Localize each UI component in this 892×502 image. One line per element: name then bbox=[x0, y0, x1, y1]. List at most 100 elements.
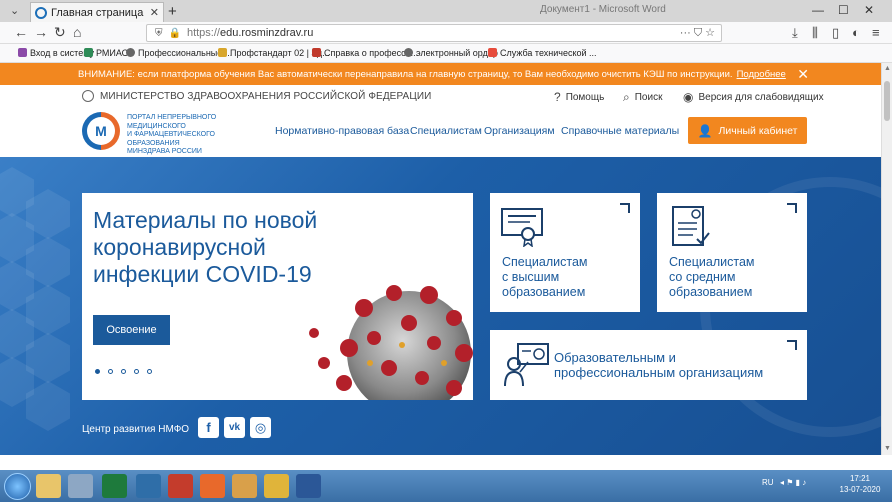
url-bar[interactable]: ⛨ 🔒 https://edu.rosminzdrav.ru ··· ⛉ ☆ bbox=[146, 24, 722, 42]
slider-dots bbox=[95, 369, 160, 374]
slider-dot[interactable] bbox=[108, 369, 113, 374]
url-domain: edu.rosminzdrav.ru bbox=[219, 27, 314, 39]
logo-letter-icon: М bbox=[87, 117, 115, 145]
tab-close-icon[interactable]: ✕ bbox=[150, 6, 159, 19]
search-link[interactable]: ⌕ Поиск bbox=[623, 90, 662, 105]
card-corner-icon bbox=[787, 340, 797, 350]
notice-more-link[interactable]: Подробнее bbox=[737, 69, 786, 80]
background-window-title: Документ1 - Microsoft Word bbox=[540, 4, 666, 15]
page-scrollbar[interactable]: ▲ ▼ bbox=[881, 63, 892, 455]
card-secondary-text: Специалистам со средним образованием bbox=[669, 255, 755, 299]
bookmark-icon bbox=[218, 48, 227, 57]
nav-specialists[interactable]: Специалистам bbox=[410, 125, 482, 137]
word-icon[interactable] bbox=[296, 474, 321, 498]
windows-taskbar: RU ◂ ⚑ ▮ ♪ 17:21 13-07-2020 bbox=[0, 470, 892, 502]
card-higher-text: Специалистам с высшим образованием bbox=[502, 255, 588, 299]
eye-icon: ◉ bbox=[683, 90, 694, 104]
app-icon[interactable] bbox=[232, 474, 257, 498]
library-icon[interactable]: ⫼ bbox=[812, 25, 818, 41]
browser-tab-strip: ⌄ Главная страница - Портал н ✕ + Докуме… bbox=[0, 0, 892, 22]
covid-slide-card[interactable]: Материалы по новой коронавирусной инфекц… bbox=[82, 193, 473, 400]
excel-icon[interactable] bbox=[102, 474, 127, 498]
tab-list-icon[interactable]: ⌄ bbox=[10, 4, 19, 17]
slider-dot[interactable] bbox=[134, 369, 139, 374]
back-icon[interactable]: ← bbox=[14, 24, 28, 40]
diploma-icon bbox=[501, 208, 543, 247]
ministry-emblem-icon bbox=[82, 90, 94, 102]
screen: ⌄ Главная страница - Портал н ✕ + Докуме… bbox=[0, 0, 892, 502]
lock-icon[interactable]: 🔒 bbox=[169, 28, 181, 39]
start-button-icon[interactable] bbox=[4, 473, 31, 500]
card-higher-education[interactable]: Специалистам с высшим образованием bbox=[490, 193, 640, 312]
nav-organizations[interactable]: Организациям bbox=[484, 125, 555, 137]
low-vision-link[interactable]: ◉ Версия для слабовидящих bbox=[683, 90, 824, 104]
forward-icon[interactable]: → bbox=[34, 24, 48, 40]
personal-cabinet-button[interactable]: 👤 Личный кабинет bbox=[688, 117, 807, 144]
app-icon[interactable] bbox=[168, 474, 193, 498]
bookmark-support[interactable]: Служба технической ... bbox=[488, 48, 597, 58]
explorer-icon[interactable] bbox=[36, 474, 61, 498]
tab-title: Главная страница - Портал н bbox=[51, 6, 146, 19]
card-organizations[interactable]: Образовательным и профессиональным орган… bbox=[490, 330, 807, 400]
checklist-icon bbox=[672, 206, 710, 246]
browser-navbar: ← → ↻ ⌂ ⛨ 🔒 https://edu.rosminzdrav.ru ·… bbox=[0, 22, 892, 44]
search-icon: ⌕ bbox=[623, 90, 630, 104]
maximize-icon[interactable]: ☐ bbox=[838, 3, 849, 17]
card-organizations-text: Образовательным и профессиональным орган… bbox=[554, 350, 764, 380]
bookmark-icon bbox=[18, 48, 27, 57]
app-icon[interactable] bbox=[264, 474, 289, 498]
scroll-up-icon[interactable]: ▲ bbox=[884, 65, 891, 72]
mail-icon bbox=[488, 48, 497, 57]
download-icon[interactable]: ⤓ bbox=[792, 25, 798, 41]
menu-icon[interactable]: ≡ bbox=[872, 25, 880, 40]
tray-icons[interactable]: ◂ ⚑ ▮ ♪ bbox=[780, 478, 806, 487]
card-corner-icon bbox=[787, 203, 797, 213]
bookmark-login[interactable]: Вход в систему bbox=[18, 48, 94, 58]
new-tab-icon[interactable]: + bbox=[168, 3, 177, 20]
extension-icon[interactable]: ◐ bbox=[852, 25, 860, 40]
portal-logo[interactable]: М bbox=[82, 112, 120, 150]
learn-button[interactable]: Освоение bbox=[93, 315, 170, 345]
facebook-icon[interactable]: f bbox=[198, 417, 219, 438]
globe-icon bbox=[404, 48, 413, 57]
url-scheme: https:// bbox=[186, 27, 220, 39]
language-indicator[interactable]: RU bbox=[762, 478, 774, 487]
sidebar-icon[interactable]: ▯ bbox=[832, 25, 839, 41]
help-link[interactable]: ? Помощь bbox=[554, 90, 604, 104]
user-icon: 👤 bbox=[697, 123, 713, 138]
reload-icon[interactable]: ↻ bbox=[54, 24, 66, 41]
bookmark-icon bbox=[312, 48, 321, 57]
firefox-icon[interactable] bbox=[200, 474, 225, 498]
slider-dot[interactable] bbox=[121, 369, 126, 374]
globe-icon bbox=[126, 48, 135, 57]
scrollbar-thumb[interactable] bbox=[884, 81, 890, 121]
home-icon[interactable]: ⌂ bbox=[73, 24, 81, 40]
ministry-name: МИНИСТЕРСТВО ЗДРАВООХРАНЕНИЯ РОССИЙСКОЙ … bbox=[100, 90, 432, 102]
tracking-shield-icon[interactable]: ⛨ bbox=[155, 28, 163, 39]
browser-tab-active[interactable]: Главная страница - Портал н ✕ bbox=[30, 2, 164, 22]
vk-icon[interactable]: vk bbox=[224, 417, 245, 438]
scroll-down-icon[interactable]: ▼ bbox=[884, 445, 891, 452]
card-corner-icon bbox=[620, 203, 630, 213]
app-icon[interactable] bbox=[68, 474, 93, 498]
bookmarks-bar: Вход в систему РМИАС Профессиональные ..… bbox=[0, 44, 892, 63]
url-actions: ··· ⛉ ☆ bbox=[679, 27, 715, 39]
portal-name: ПОРТАЛ НЕПРЕРЫВНОГО МЕДИЦИНСКОГО И ФАРМА… bbox=[127, 114, 217, 155]
nav-reference[interactable]: Справочные материалы bbox=[561, 125, 679, 137]
bookmark-certificate[interactable]: Справка о професси... bbox=[312, 48, 418, 58]
minimize-icon[interactable]: — bbox=[812, 3, 824, 17]
nav-legal-base[interactable]: Нормативно-правовая база bbox=[275, 125, 409, 137]
notice-close-icon[interactable]: ✕ bbox=[797, 66, 809, 83]
bookmark-icon bbox=[84, 48, 93, 57]
card-secondary-education[interactable]: Специалистам со средним образованием bbox=[657, 193, 807, 312]
slider-dot[interactable] bbox=[95, 369, 100, 374]
bookmark-order[interactable]: электронный ордер bbox=[404, 48, 498, 58]
ministry-line: МИНИСТЕРСТВО ЗДРАВООХРАНЕНИЯ РОССИЙСКОЙ … bbox=[82, 90, 431, 102]
bookmark-rmias[interactable]: РМИАС bbox=[84, 48, 128, 58]
window-close-icon[interactable]: ✕ bbox=[864, 3, 874, 17]
instagram-icon[interactable]: ◎ bbox=[250, 417, 271, 438]
slider-dot[interactable] bbox=[147, 369, 152, 374]
taskbar-clock[interactable]: 17:21 13-07-2020 bbox=[832, 473, 888, 495]
app-icon[interactable] bbox=[136, 474, 161, 498]
bookmark-professional[interactable]: Профессиональные ... bbox=[126, 48, 232, 58]
